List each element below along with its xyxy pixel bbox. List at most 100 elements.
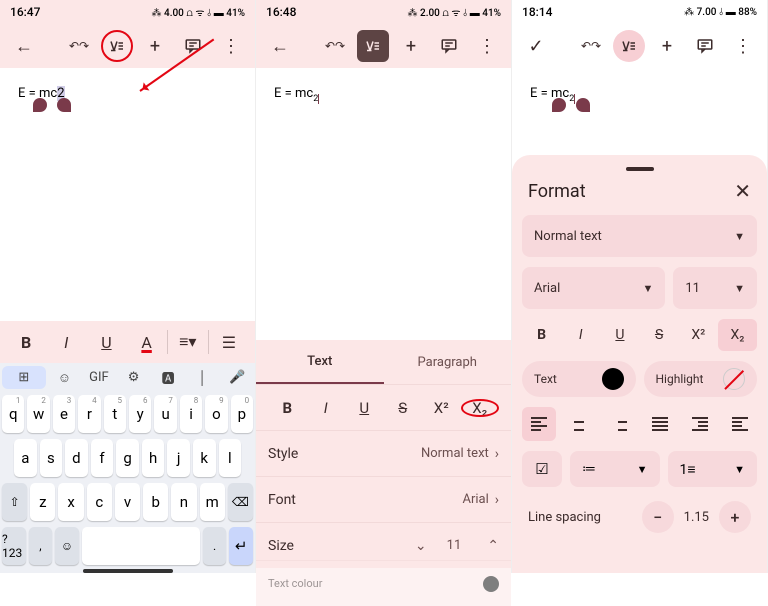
tab-text[interactable]: Text	[256, 340, 384, 384]
key-k[interactable]: k	[193, 439, 216, 477]
superscript-button[interactable]: X²	[422, 399, 461, 417]
document-body[interactable]: E = mc2	[512, 68, 767, 122]
undo-redo-icon[interactable]: ↶↷	[575, 30, 607, 62]
checklist-button[interactable]: ☑	[522, 451, 562, 487]
grid-icon[interactable]: ⊞	[2, 366, 46, 389]
comma-key[interactable]: ,	[29, 527, 53, 565]
insert-button[interactable]: +	[139, 30, 171, 62]
selection-handle-left[interactable]	[552, 98, 566, 112]
selection-handle-left[interactable]	[33, 98, 47, 112]
key-d[interactable]: d	[65, 439, 88, 477]
key-r[interactable]: r4	[78, 395, 100, 433]
sticker-icon[interactable]: ☺	[49, 370, 81, 386]
bold-button[interactable]: B	[522, 319, 561, 351]
back-icon[interactable]: ←	[8, 30, 40, 62]
shift-key[interactable]: ⇧	[2, 483, 27, 521]
bold-button[interactable]: B	[268, 399, 307, 417]
selection-handle-right[interactable]	[57, 98, 71, 112]
italic-button[interactable]: I	[561, 319, 600, 351]
key-p[interactable]: p0	[231, 395, 253, 433]
text-color-button[interactable]: A	[127, 333, 167, 352]
align-left-button[interactable]	[522, 407, 556, 441]
indent-decrease-button[interactable]	[683, 407, 717, 441]
key-x[interactable]: x	[58, 483, 83, 521]
key-y[interactable]: y6	[129, 395, 151, 433]
bold-button[interactable]: B	[6, 333, 46, 352]
space-key[interactable]	[82, 527, 200, 565]
insert-button[interactable]: +	[651, 30, 683, 62]
superscript-button[interactable]: X²	[679, 319, 718, 351]
key-c[interactable]: c	[87, 483, 112, 521]
key-j[interactable]: j	[167, 439, 190, 477]
key-n[interactable]: n	[171, 483, 196, 521]
key-v[interactable]: v	[115, 483, 140, 521]
font-row[interactable]: Font Arial ›	[256, 476, 511, 522]
align-button[interactable]: ≡▾	[168, 332, 208, 352]
spacing-increase-button[interactable]: +	[719, 501, 751, 533]
key-s[interactable]: s	[40, 439, 63, 477]
more-icon[interactable]: ⋮	[215, 30, 247, 62]
gif-button[interactable]: GIF	[83, 370, 115, 385]
underline-button[interactable]: U	[345, 399, 384, 417]
comment-icon[interactable]	[689, 30, 721, 62]
key-t[interactable]: t5	[104, 395, 126, 433]
align-center-button[interactable]	[562, 407, 596, 441]
undo-redo-icon[interactable]: ↶↷	[319, 30, 351, 62]
paragraph-style-dropdown[interactable]: Normal text ▼	[522, 215, 757, 257]
increase-icon[interactable]: ⌃	[487, 538, 499, 554]
format-button[interactable]	[357, 30, 389, 62]
font-dropdown[interactable]: Arial ▼	[522, 267, 665, 309]
key-w[interactable]: w2	[27, 395, 49, 433]
key-f[interactable]: f	[91, 439, 114, 477]
key-i[interactable]: i8	[180, 395, 202, 433]
strike-button[interactable]: S	[640, 319, 679, 351]
more-icon[interactable]: ⋮	[727, 30, 759, 62]
settings-icon[interactable]: ⚙	[118, 370, 150, 385]
key-b[interactable]: b	[143, 483, 168, 521]
italic-button[interactable]: I	[46, 333, 86, 352]
style-row[interactable]: Style Normal text ›	[256, 430, 511, 476]
highlight-color-button[interactable]: Highlight	[644, 361, 758, 397]
align-justify-button[interactable]	[643, 407, 677, 441]
key-o[interactable]: o9	[205, 395, 227, 433]
enter-key[interactable]: ↵	[229, 527, 253, 565]
document-body[interactable]: E = mc2	[256, 68, 511, 122]
key-q[interactable]: q1	[2, 395, 24, 433]
undo-redo-icon[interactable]: ↶↷	[63, 30, 95, 62]
decrease-icon[interactable]: ⌄	[415, 538, 427, 554]
document-body[interactable]: E = mc2	[0, 68, 255, 119]
spacing-decrease-button[interactable]: −	[642, 501, 674, 533]
format-button[interactable]	[101, 30, 133, 62]
translate-icon[interactable]: 🅰	[152, 368, 184, 387]
key-u[interactable]: u7	[154, 395, 176, 433]
selection-handle-right[interactable]	[576, 98, 590, 112]
strike-button[interactable]: S	[384, 399, 423, 417]
subscript-button[interactable]: X₂	[461, 399, 500, 417]
numbered-list-dropdown[interactable]: 1≡▼	[668, 451, 758, 487]
indent-increase-button[interactable]	[723, 407, 757, 441]
key-a[interactable]: a	[14, 439, 37, 477]
tab-paragraph[interactable]: Paragraph	[384, 340, 512, 384]
subscript-button[interactable]: X₂	[718, 319, 757, 351]
italic-button[interactable]: I	[307, 399, 346, 417]
numbers-key[interactable]: ?123	[2, 527, 26, 565]
align-right-button[interactable]	[602, 407, 636, 441]
size-dropdown[interactable]: 11 ▼	[673, 267, 757, 309]
backspace-key[interactable]: ⌫	[228, 483, 253, 521]
key-g[interactable]: g	[116, 439, 139, 477]
close-icon[interactable]: ✕	[734, 179, 751, 203]
key-e[interactable]: e3	[53, 395, 75, 433]
emoji-key[interactable]: ☺	[55, 527, 79, 565]
period-key[interactable]: .	[203, 527, 227, 565]
nav-pill[interactable]	[83, 569, 173, 573]
comment-icon[interactable]	[433, 30, 465, 62]
text-colour-row[interactable]: Text colour	[256, 560, 511, 606]
key-z[interactable]: z	[30, 483, 55, 521]
sheet-grab-handle[interactable]	[626, 167, 654, 171]
more-icon[interactable]: ⋮	[471, 30, 503, 62]
key-h[interactable]: h	[142, 439, 165, 477]
format-button[interactable]	[613, 30, 645, 62]
insert-button[interactable]: +	[395, 30, 427, 62]
done-icon[interactable]: ✓	[520, 30, 552, 62]
underline-button[interactable]: U	[86, 333, 126, 352]
